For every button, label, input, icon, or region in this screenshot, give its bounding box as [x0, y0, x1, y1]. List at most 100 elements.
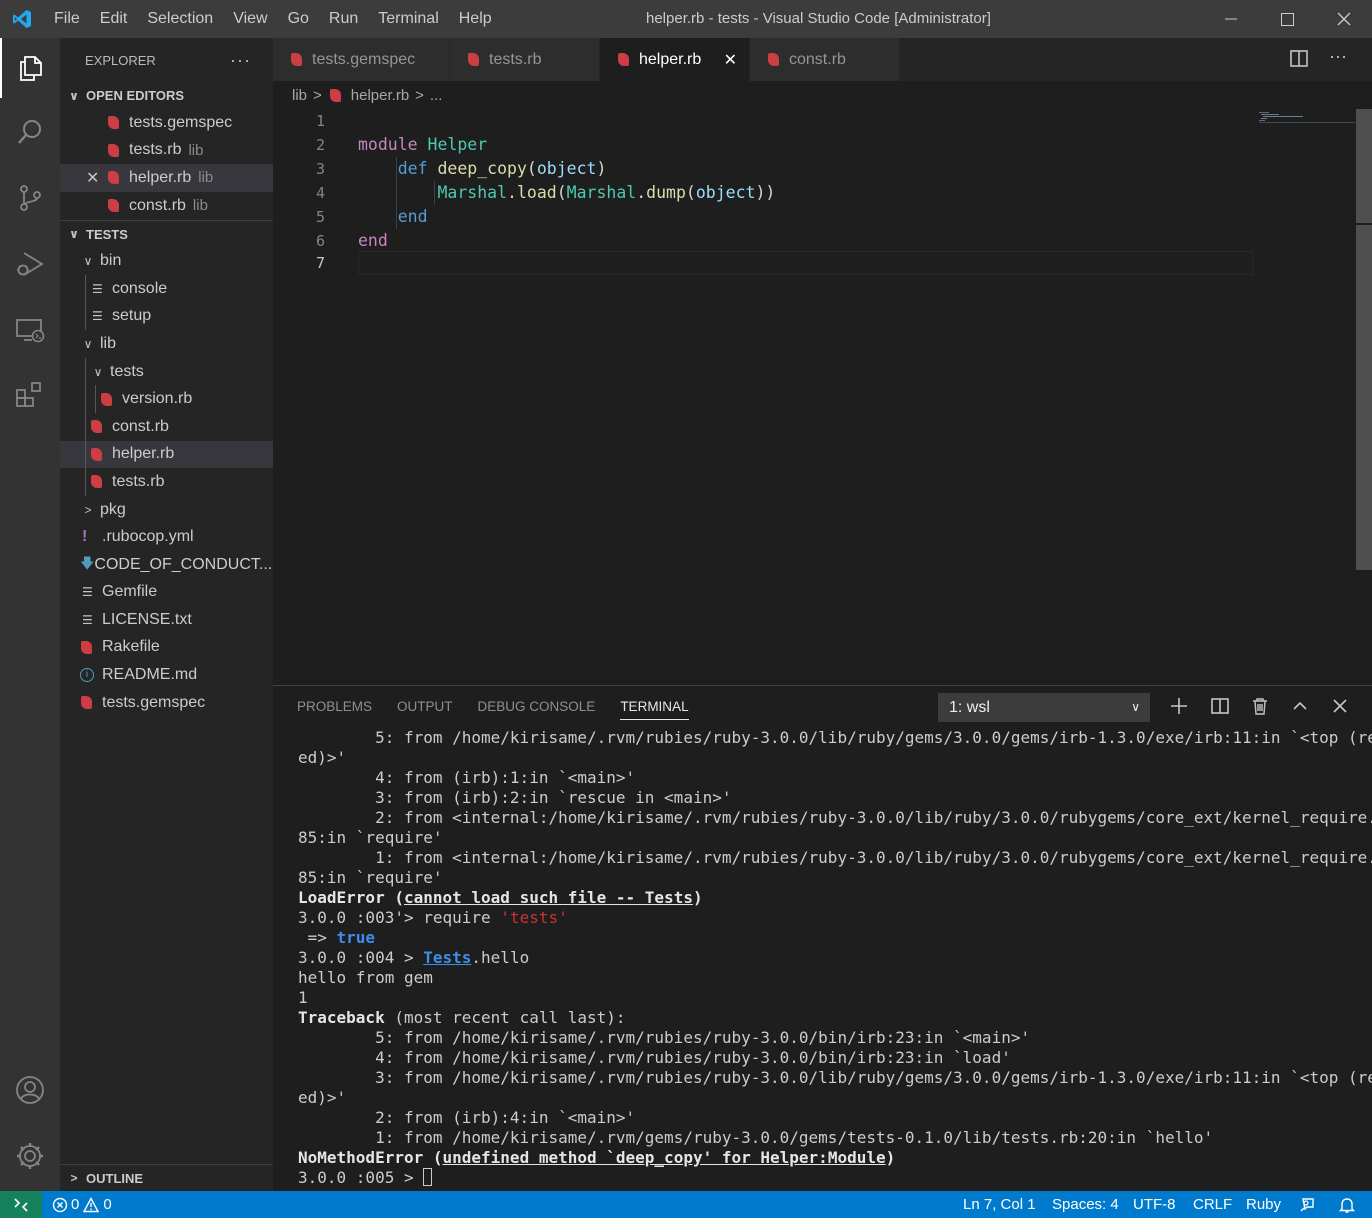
source-control-activity-button[interactable]	[0, 168, 60, 228]
terminal-output[interactable]: 5: from /home/kirisame/.rvm/rubies/ruby-…	[298, 728, 1372, 1188]
tab-output[interactable]: OUTPUT	[397, 686, 453, 728]
breadcrumb-file[interactable]: helper.rb	[351, 87, 409, 104]
menu-view[interactable]: View	[223, 0, 277, 38]
tree-folder-pkg[interactable]: > pkg	[60, 496, 273, 524]
accounts-activity-button[interactable]	[0, 1060, 60, 1120]
run-debug-activity-button[interactable]	[0, 234, 60, 294]
terminal-line: 3.0.0 :003'> require 'tests'	[298, 908, 568, 927]
minimap[interactable]	[1259, 109, 1355, 123]
eol-status[interactable]: CRLF	[1193, 1191, 1232, 1218]
tree-label: version.rb	[122, 390, 193, 408]
tree-folder-tests[interactable]: ∨ tests	[60, 357, 273, 386]
breadcrumb-folder[interactable]: lib	[292, 87, 307, 104]
maximize-button[interactable]	[1259, 0, 1315, 38]
new-terminal-button[interactable]	[1167, 694, 1191, 718]
tree-file-version[interactable]: version.rb	[60, 385, 273, 413]
outline-header[interactable]: > OUTLINE	[60, 1164, 273, 1191]
ruby-file-icon	[91, 420, 102, 434]
yaml-file-icon: !	[82, 528, 88, 546]
explorer-header: EXPLORER ···	[60, 38, 273, 82]
split-editor-button[interactable]	[1289, 48, 1311, 75]
close-editor-icon[interactable]: ✕	[86, 168, 99, 188]
cursor-position[interactable]: Ln 7, Col 1	[963, 1191, 1036, 1218]
scrollbar-thumb[interactable]	[1356, 109, 1372, 223]
ruby-file-icon	[291, 53, 302, 66]
menu-help[interactable]: Help	[449, 0, 502, 38]
tree-file-setup[interactable]: ☰ setup	[60, 302, 273, 331]
more-actions-icon[interactable]: ···	[230, 50, 251, 71]
notifications-button[interactable]	[1338, 1196, 1356, 1214]
tree-file-const[interactable]: const.rb	[60, 412, 273, 441]
info-icon: i	[80, 668, 94, 683]
status-bar: 0 0 Ln 7, Col 1 Spaces: 4 UTF-8 CRLF Rub…	[0, 1191, 1372, 1218]
open-editor-label: helper.rb	[129, 168, 192, 186]
menu-selection[interactable]: Selection	[137, 0, 223, 38]
open-editors-header[interactable]: ∨ OPEN EDITORS	[60, 82, 273, 109]
maximize-panel-button[interactable]	[1288, 694, 1312, 718]
tree-label: setup	[112, 307, 152, 325]
window-title: helper.rb - tests - Visual Studio Code […	[646, 10, 991, 27]
close-tab-icon[interactable]: ✕	[724, 50, 737, 70]
menu-file[interactable]: File	[44, 0, 90, 38]
menu-edit[interactable]: Edit	[90, 0, 138, 38]
tree-folder-bin[interactable]: ∨ bin	[60, 247, 273, 275]
breadcrumb-symbols[interactable]: ...	[430, 87, 443, 104]
editor-scrollbar[interactable]	[1356, 109, 1372, 685]
terminal-select[interactable]: 1: wsl ∨	[938, 693, 1150, 722]
tab-tests-rb[interactable]: tests.rb	[450, 38, 600, 81]
tree-file-code-of-conduct[interactable]: 🡇 CODE_OF_CONDUCT....	[60, 551, 273, 579]
tree-file-rakefile[interactable]: Rakefile	[60, 634, 273, 662]
encoding-status[interactable]: UTF-8	[1133, 1191, 1176, 1218]
split-editor-icon	[1290, 50, 1308, 67]
tree-file-gemspec[interactable]: tests.gemspec	[60, 689, 273, 717]
tests-folder-header[interactable]: ∨ TESTS	[60, 220, 273, 247]
extensions-activity-button[interactable]	[0, 364, 60, 424]
ruby-file-icon	[91, 447, 102, 461]
plus-icon	[1171, 698, 1187, 714]
tree-file-readme[interactable]: i README.md	[60, 661, 273, 689]
open-editor-item[interactable]: tests.gemspec	[60, 109, 273, 137]
tab-problems[interactable]: PROBLEMS	[297, 686, 372, 728]
manage-activity-button[interactable]	[0, 1126, 60, 1186]
more-actions-icon[interactable]: ···	[1329, 46, 1347, 67]
tab-tests-gemspec[interactable]: tests.gemspec	[273, 38, 450, 81]
tab-helper-rb[interactable]: helper.rb ✕	[600, 38, 750, 81]
tree-file-rubocop[interactable]: ! .rubocop.yml	[60, 523, 273, 551]
tree-file-console[interactable]: ☰ console	[60, 274, 273, 303]
menu-go[interactable]: Go	[278, 0, 319, 38]
kill-terminal-button[interactable]	[1248, 694, 1272, 718]
menu-terminal[interactable]: Terminal	[368, 0, 448, 38]
open-editor-item-active[interactable]: ✕ helper.rb lib	[60, 164, 273, 192]
tree-file-helper[interactable]: helper.rb	[60, 440, 273, 469]
tab-const-rb[interactable]: const.rb	[750, 38, 900, 81]
split-terminal-button[interactable]	[1208, 694, 1232, 718]
close-window-button[interactable]	[1316, 0, 1372, 38]
explorer-activity-button[interactable]	[0, 38, 60, 98]
terminal-line: 1: from <internal:/home/kirisame/.rvm/ru…	[298, 848, 1372, 867]
split-icon	[1211, 698, 1229, 714]
indentation-status[interactable]: Spaces: 4	[1052, 1191, 1119, 1218]
tree-folder-lib[interactable]: ∨ lib	[60, 330, 273, 358]
chevron-right-icon: >	[84, 502, 92, 517]
minimize-button[interactable]	[1203, 0, 1259, 38]
menu-run[interactable]: Run	[319, 0, 368, 38]
close-panel-button[interactable]	[1328, 694, 1352, 718]
language-mode[interactable]: Ruby	[1246, 1191, 1281, 1218]
open-editor-item[interactable]: const.rb lib	[60, 192, 273, 220]
tree-file-gemfile[interactable]: ☰ Gemfile	[60, 579, 273, 607]
tree-file-license[interactable]: ☰ LICENSE.txt	[60, 606, 273, 634]
feedback-button[interactable]	[1298, 1196, 1316, 1214]
open-editor-item[interactable]: tests.rb lib	[60, 137, 273, 165]
search-activity-button[interactable]	[0, 102, 60, 162]
problems-status[interactable]: 0 0	[52, 1191, 112, 1218]
tab-terminal[interactable]: TERMINAL	[620, 686, 689, 728]
chevron-up-icon	[1293, 701, 1307, 710]
tree-file-tests-rb[interactable]: tests.rb	[60, 468, 273, 496]
remote-explorer-activity-button[interactable]	[0, 300, 60, 360]
remote-indicator-button[interactable]	[0, 1191, 42, 1218]
code-editor[interactable]: 1 2 3 4 5 6 7 module Helper def deep_cop…	[273, 109, 1372, 685]
chevron-down-icon: ∨	[83, 254, 93, 269]
scrollbar-thumb[interactable]	[1356, 225, 1372, 570]
trash-icon	[1253, 698, 1267, 715]
tab-debug-console[interactable]: DEBUG CONSOLE	[478, 686, 596, 728]
